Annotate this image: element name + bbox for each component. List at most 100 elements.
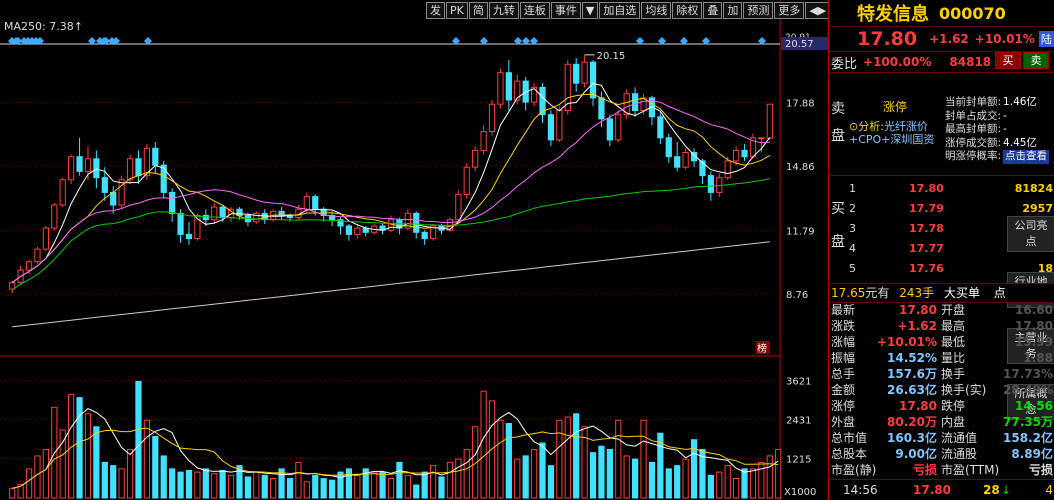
volume-bar-down — [244, 476, 252, 499]
seal-row: 明涨停概率: 点击查看 — [945, 150, 1050, 164]
limit-up-label: 涨停 — [883, 100, 908, 114]
tb-dropdown-button[interactable]: ▼ — [581, 2, 599, 19]
tb-jiuzhuan-button[interactable]: 九转 — [488, 2, 519, 19]
candle-up — [42, 227, 49, 250]
exchange-badge[interactable]: 陆 — [1038, 31, 1054, 47]
stat-value: 80.20万 — [887, 415, 937, 429]
volume-bar-up — [84, 413, 92, 499]
volume-bar-up — [303, 481, 310, 499]
volume-bar-up — [429, 465, 437, 499]
side-tab[interactable]: 公司亮点 — [1007, 216, 1054, 252]
buy-qty: 81824 — [1014, 182, 1053, 195]
stat-value: +10.01% — [876, 335, 937, 349]
tb-forecast-button[interactable]: 预测 — [743, 2, 774, 19]
tb-add-button[interactable]: 加 — [723, 2, 743, 19]
tb-nav-button[interactable]: ◀▶ — [805, 2, 831, 19]
candle-up — [303, 196, 310, 210]
volume-bar-down — [539, 442, 546, 499]
tb-shijian-button[interactable]: 事件 — [550, 2, 581, 19]
stat-value: 158.2亿 — [1003, 431, 1053, 445]
tb-jian-button[interactable]: 简 — [468, 2, 488, 19]
tb-fa-button[interactable]: 发 — [426, 2, 445, 19]
chart-background — [0, 0, 830, 500]
buy-order-row[interactable]: 1 17.80 81824 — [847, 180, 1054, 198]
volume-bar-up — [623, 455, 630, 499]
candle-down — [547, 114, 555, 141]
candle-down — [160, 164, 167, 193]
volume-bar-up — [253, 471, 260, 499]
seal-value: 1.46亿 — [1003, 96, 1037, 108]
order-ratio-diff: 84818 — [949, 55, 992, 69]
stat-label: 市盈(静) — [831, 463, 877, 477]
candle-down — [598, 97, 605, 120]
stat-value: 亏损 — [912, 463, 937, 477]
tb-ma-button[interactable]: 均线 — [641, 2, 672, 19]
volume-bar-down — [707, 474, 714, 499]
chart-toolbar: 发 PK 简九转 连板 事件 ▼ 加自选 均线 除权叠加预测 更多 ◀▶ — [426, 2, 832, 19]
volume-bar-up — [766, 455, 773, 499]
volume-bar-down — [286, 478, 294, 499]
seal-row: 当前封单额: 1.46亿 — [945, 96, 1049, 110]
candle-down — [606, 118, 613, 141]
volume-bar-up — [749, 468, 757, 499]
stat-row: 总手 157.6万 换手 17.73% — [829, 366, 1054, 383]
sell-button[interactable]: 卖 — [1023, 52, 1049, 69]
stat-label: 跌停 — [941, 399, 966, 413]
stat-label: 总股本 — [831, 447, 868, 461]
stat-value: 15.99 — [1015, 335, 1053, 349]
price-axis-label: 11.79 — [786, 226, 815, 237]
stat-label: 换手 — [941, 367, 966, 381]
tb-more-button[interactable]: 更多 — [774, 2, 805, 19]
volume-bar-down — [76, 397, 83, 499]
kline-chart[interactable]: 17.8814.8611.798.7620.9120.57MA250: 7.38… — [0, 0, 830, 500]
volume-bar-down — [413, 484, 420, 499]
candle-up — [488, 103, 496, 132]
last-trade-unit: 元有 — [865, 286, 890, 300]
volume-bar-down — [674, 465, 681, 499]
volume-bar-down — [177, 471, 184, 499]
volume-bar-up — [640, 419, 647, 499]
tb-pk-button[interactable]: PK — [446, 2, 468, 19]
volume-bar-up — [455, 458, 462, 499]
candle-down — [573, 63, 580, 84]
tb-overlay-button[interactable]: 叠 — [703, 2, 723, 19]
candle-down — [93, 158, 100, 179]
volume-bar-down — [185, 469, 193, 499]
stat-value: 17.80 — [899, 399, 937, 413]
buy-price: 17.78 — [909, 222, 944, 235]
kline-chart-area[interactable]: 17.8814.8611.798.7620.9120.57MA250: 7.38… — [0, 0, 832, 500]
candle-up — [724, 160, 731, 179]
quote-panel: 特发信息 000070 17.80 +1.62 +10.01% 陆 委比 +10… — [828, 0, 1054, 500]
buy-button[interactable]: 买 — [995, 52, 1021, 69]
buy-side-label: 买 盘 — [831, 200, 847, 252]
volume-bar-up — [34, 455, 41, 499]
volume-bar-down — [337, 471, 344, 499]
stat-label: 内盘 — [941, 415, 966, 429]
volume-bar-down — [505, 423, 512, 499]
candle-up — [211, 206, 218, 221]
tb-chuquan-button[interactable]: 除权 — [672, 2, 703, 19]
stat-row: 总市值 160.3亿 流通值 158.2亿 — [829, 430, 1054, 447]
tb-lianban-button[interactable]: 连板 — [519, 2, 550, 19]
order-ratio-label: 委比 — [831, 56, 858, 72]
seal-value[interactable]: 点击查看 — [1003, 150, 1050, 164]
volume-bar-up — [446, 461, 454, 499]
tb-add-watch-button[interactable]: 加自选 — [599, 2, 641, 19]
volume-bar-down — [379, 471, 386, 499]
stat-value: 14.52% — [887, 351, 937, 365]
candle-up — [682, 152, 689, 168]
stat-value: 1.88 — [1023, 351, 1053, 365]
tick-price: 17.80 — [913, 483, 951, 497]
buy-level: 4 — [849, 242, 856, 255]
analysis-info: ⊙分析:光纤涨价+CPO+深圳国资 — [849, 120, 959, 146]
volume-bar-down — [522, 455, 529, 499]
stat-value: 9.00亿 — [895, 447, 937, 461]
stat-label: 流通值 — [941, 431, 978, 445]
candle-up — [758, 137, 765, 140]
stat-row: 涨停 17.80 跌停 14.56 — [829, 398, 1054, 415]
candle-down — [169, 191, 176, 214]
candle-down — [505, 72, 512, 101]
price-axis-label: 17.88 — [786, 99, 815, 110]
volume-bar-down — [345, 468, 353, 499]
stat-row: 涨跌 +1.62 最高 17.80 — [829, 318, 1054, 335]
